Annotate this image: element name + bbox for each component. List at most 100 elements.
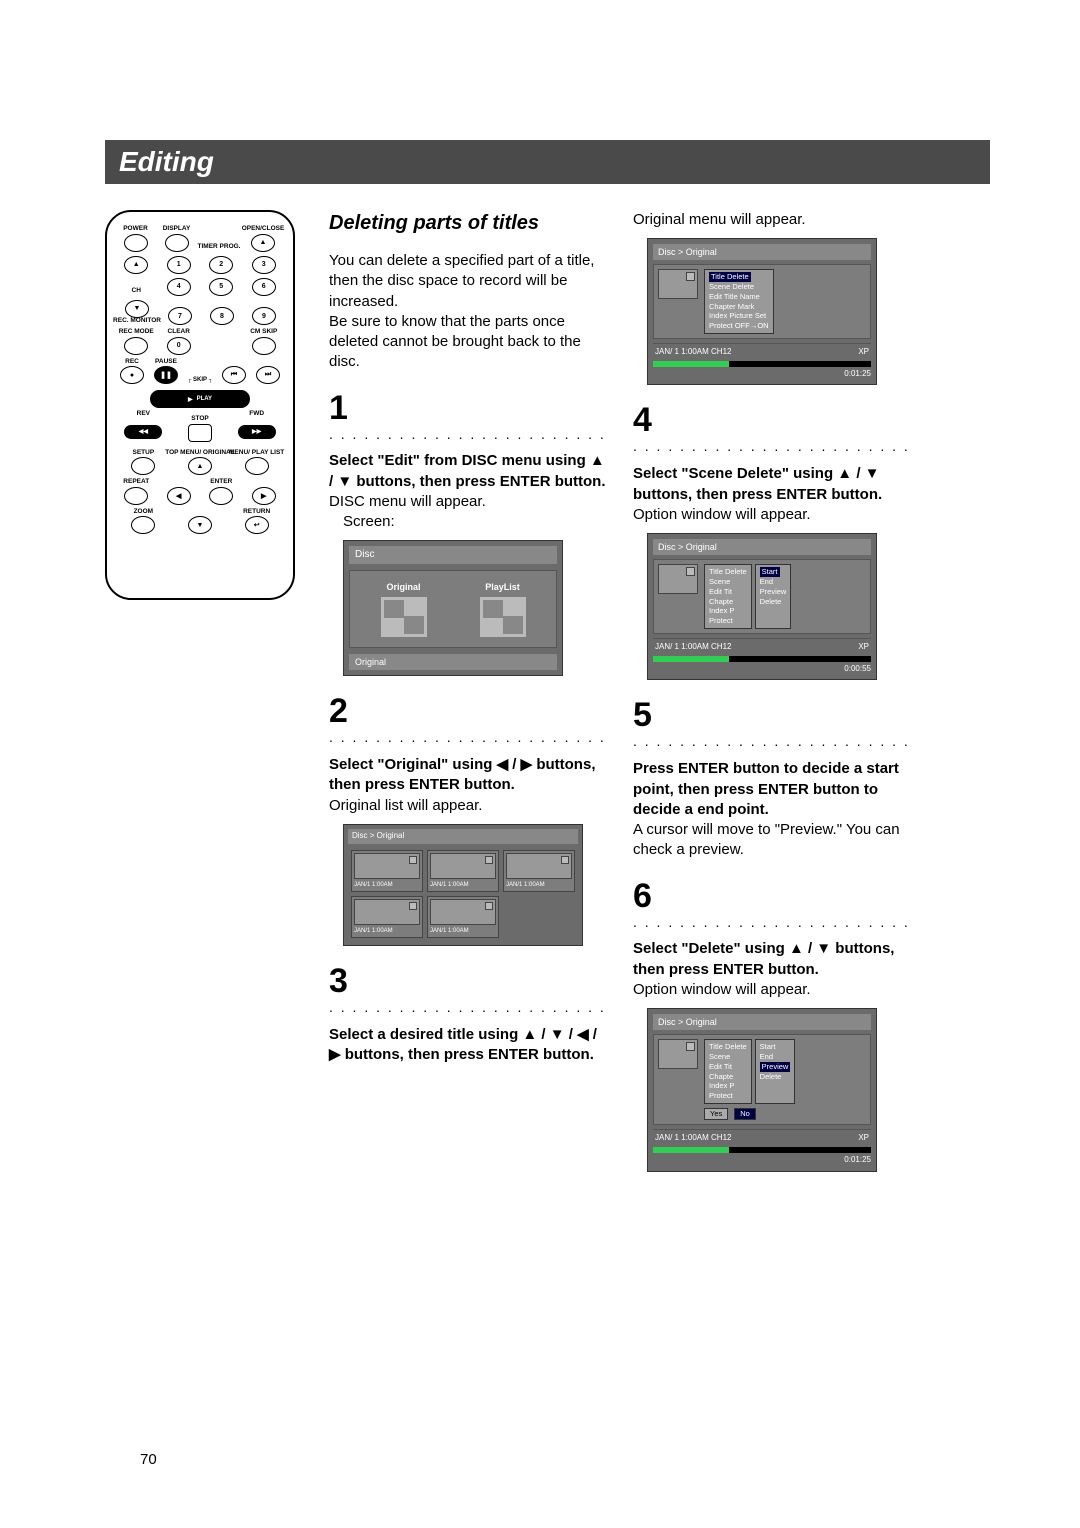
step-divider: . . . . . . . . . . . . . . . . . . . . … (633, 437, 913, 456)
grid-cap: JAN/1 1:00AM (354, 881, 420, 889)
step-number-5: 5 (633, 698, 913, 732)
btn-cmskip (252, 337, 276, 355)
step-2-plain: Original list will appear. (329, 796, 609, 816)
step-number-4: 4 (633, 403, 913, 437)
label-rev: REV (137, 411, 150, 418)
label-repeat: REPEAT (123, 479, 149, 486)
btn-8: 8 (210, 307, 234, 325)
confirm-options: Yes No (704, 1108, 795, 1120)
btn-play: ▶ PLAY (150, 390, 250, 408)
confirm-left-list: Title Delete Scene Edit Tit Chapte Index… (704, 1039, 752, 1104)
btn-ch-dn: ▼ (125, 300, 149, 318)
btn-ch-up: ▲ (124, 256, 148, 274)
btn-rev: ◀◀ (124, 425, 162, 439)
label-menu: MENU/ PLAY LIST (229, 450, 284, 457)
screen-disc: Disc Original PlayList Original (343, 540, 563, 676)
step-3-plain: Original menu will appear. (633, 210, 913, 230)
screen-confirm: Disc > Original Title Delete Scene Edit … (647, 1008, 877, 1171)
page-number: 70 (140, 1451, 157, 1468)
btn-left: ◀ (167, 487, 191, 505)
label-display: DISPLAY (163, 226, 191, 233)
label-open: OPEN/CLOSE (242, 226, 285, 233)
btn-repeat (124, 487, 148, 505)
step-number-6: 6 (633, 879, 913, 913)
confirm-sub-list: Start End Preview Delete (755, 1039, 796, 1104)
screen-scene-delete: Disc > Original Title Delete Scene Edit … (647, 533, 877, 680)
grid-title: Disc > Original (348, 829, 578, 844)
btn-up: ▲ (188, 457, 212, 475)
btn-display (165, 234, 189, 252)
thumb-icon (658, 564, 698, 594)
scene-left-list: Title Delete Scene Edit Tit Chapte Index… (704, 564, 752, 629)
btn-skip-back: ⏮ (222, 366, 246, 384)
content-columns: POWER DISPLAY TIMER PROG. OPEN/CLOSE▲ ▲ … (105, 210, 990, 1180)
step-4-plain: Option window will appear. (633, 505, 913, 525)
label-pause: PAUSE (155, 359, 177, 366)
btn-rec: ● (120, 366, 144, 384)
label-top: TOP MENU/ ORIGINAL (165, 450, 234, 457)
label-skip: ┌ SKIP ┐ (187, 377, 213, 383)
step-6-plain: Option window will appear. (633, 980, 913, 1000)
subsection-title: Deleting parts of titles (329, 210, 609, 237)
btn-right: ▶ (252, 487, 276, 505)
step-divider: . . . . . . . . . . . . . . . . . . . . … (633, 913, 913, 932)
label-enter: ENTER (210, 479, 232, 486)
disc-item-original: Original (386, 581, 420, 593)
btn-setup (131, 457, 155, 475)
remote-control: POWER DISPLAY TIMER PROG. OPEN/CLOSE▲ ▲ … (105, 210, 295, 600)
btn-return: ↩ (245, 516, 269, 534)
remote-column: POWER DISPLAY TIMER PROG. OPEN/CLOSE▲ ▲ … (105, 210, 305, 1180)
label-ch: CH (132, 288, 141, 295)
label-clear: CLEAR (168, 329, 190, 336)
step-divider: . . . . . . . . . . . . . . . . . . . . … (329, 425, 609, 444)
disc-item-playlist: PlayList (485, 581, 520, 593)
btn-1: 1 (167, 256, 191, 274)
step-divider: . . . . . . . . . . . . . . . . . . . . … (329, 728, 609, 747)
step-6-bold: Select "Delete" using ▲ / ▼ buttons, the… (633, 939, 913, 980)
step-number-2: 2 (329, 694, 609, 728)
btn-enter (209, 487, 233, 505)
btn-zoom (131, 516, 155, 534)
btn-skip-fwd: ⏭ (256, 366, 280, 384)
btn-power (124, 234, 148, 252)
label-stop: STOP (191, 416, 209, 423)
step-2-bold: Select "Original" using ◀ / ▶ buttons, t… (329, 755, 609, 796)
label-power: POWER (123, 226, 148, 233)
btn-5: 5 (209, 278, 233, 296)
step-number-1: 1 (329, 391, 609, 425)
btn-recmode (124, 337, 148, 355)
screen-disc-title: Disc (349, 546, 557, 564)
label-setup: SETUP (132, 450, 154, 457)
btn-2: 2 (209, 256, 233, 274)
step-1-plain: DISC menu will appear. (329, 492, 609, 512)
thumb-icon (658, 269, 698, 299)
label-recmode: REC MODE (119, 329, 154, 336)
screen-original-menu: Disc > Original Title Delete Scene Delet… (647, 238, 877, 385)
step-4-bold: Select "Scene Delete" using ▲ / ▼ button… (633, 464, 913, 505)
opt-yes: Yes (704, 1108, 728, 1120)
btn-3: 3 (252, 256, 276, 274)
text-column-left: Deleting parts of titles You can delete … (329, 210, 609, 1180)
step-number-3: 3 (329, 964, 609, 998)
label-rec: REC (125, 359, 139, 366)
label-fwd: FWD (249, 411, 264, 418)
btn-menu (245, 457, 269, 475)
scene-sub-list: Start End Preview Delete (755, 564, 792, 629)
disc-status: Original (349, 654, 557, 670)
orig-menu-title: Disc > Original (653, 244, 871, 260)
screen-label: Screen: (343, 512, 609, 532)
btn-fwd: ▶▶ (238, 425, 276, 439)
step-3-bold: Select a desired title using ▲ / ▼ / ◀ /… (329, 1025, 609, 1066)
btn-0: 0 (167, 337, 191, 355)
btn-stop: ■ (188, 424, 212, 442)
step-5-bold: Press ENTER button to decide a start poi… (633, 759, 913, 820)
step-divider: . . . . . . . . . . . . . . . . . . . . … (329, 998, 609, 1017)
thumb-icon (658, 1039, 698, 1069)
btn-4: 4 (167, 278, 191, 296)
label-cmskip: CM SKIP (250, 329, 277, 336)
label-return: RETURN (243, 509, 270, 516)
screen-original-list: Disc > Original JAN/1 1:00AM JAN/1 1:00A… (343, 824, 583, 946)
step-divider: . . . . . . . . . . . . . . . . . . . . … (633, 732, 913, 751)
btn-down: ▼ (188, 516, 212, 534)
btn-open: ▲ (251, 234, 275, 252)
